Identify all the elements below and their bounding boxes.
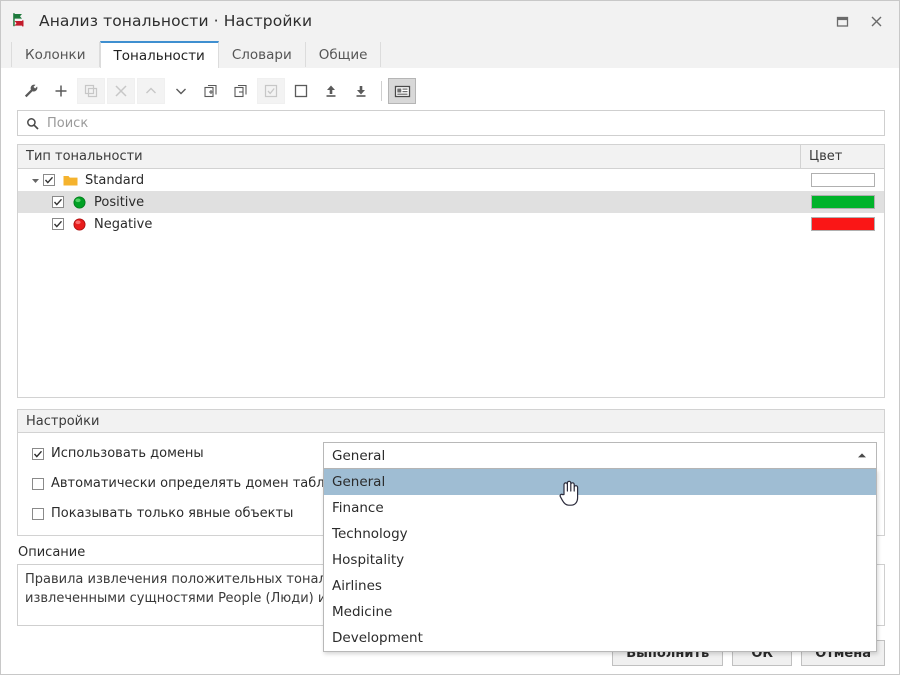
search-icon [26,117,39,130]
page-title: Анализ тональности · Настройки [39,12,313,30]
dropdown-option-general[interactable]: General [324,469,876,495]
dropdown-option-label: Medicine [332,604,393,620]
add-button[interactable] [47,78,75,104]
table-row[interactable]: Positive [18,191,884,213]
collapse-all-button[interactable] [227,78,255,104]
dropdown-option-label: Finance [332,500,384,516]
tab-tonalnosti[interactable]: Тональности [99,41,219,68]
dropdown-option-label: Development [332,630,423,646]
tab-obschie[interactable]: Общие [306,42,382,68]
dropdown-option-hospitality[interactable]: Hospitality [324,547,876,573]
sentiment-arrows-icon [9,10,31,32]
row-label: Positive [94,194,145,210]
option-label: Использовать домены [51,446,204,461]
checkbox-explicit-objects-only[interactable] [32,507,44,520]
color-swatch[interactable] [810,173,875,187]
folder-icon [62,174,78,187]
triangle-up-icon[interactable] [854,452,870,459]
tab-label: Общие [318,47,368,63]
tab-label: Словари [231,47,292,63]
column-header-label: Тип тональности [26,149,143,164]
dropdown-option-development[interactable]: Development [324,625,876,651]
export-button[interactable] [347,78,375,104]
expand-all-button[interactable] [197,78,225,104]
tab-bar: Колонки Тональности Словари Общие [1,41,899,68]
row-name-cell: Positive [18,195,801,210]
search-row [1,108,899,136]
row-color-cell[interactable] [801,173,884,187]
row-color-cell[interactable] [801,217,884,231]
check-all-button [257,78,285,104]
row-color-cell[interactable] [801,195,884,209]
tree-header: Тип тональности Цвет [18,145,884,169]
search-box[interactable] [17,110,885,136]
sentiment-type-tree: Тип тональности Цвет Standard Positive N… [17,144,885,398]
domain-combobox[interactable]: General [323,442,877,469]
uncheck-all-button[interactable] [287,78,315,104]
settings-wrench-button[interactable] [17,78,45,104]
table-row[interactable]: Negative [18,213,884,235]
maximize-icon[interactable] [825,6,859,36]
move-down-button[interactable] [167,78,195,104]
tab-slovari[interactable]: Словари [219,42,306,68]
column-header-type[interactable]: Тип тональности [18,145,801,168]
checkbox-auto-detect-domain[interactable] [32,477,44,490]
row-checkbox[interactable] [43,174,55,186]
settings-dialog-window: Анализ тональности · Настройки Колонки Т… [0,0,900,675]
red-sphere-icon [71,218,87,231]
row-checkbox[interactable] [52,218,64,230]
move-up-button [137,78,165,104]
window-controls [825,1,893,41]
tab-label: Тональности [113,47,205,64]
row-checkbox[interactable] [52,196,64,208]
toolbar-separator [381,81,382,101]
dropdown-option-label: Technology [332,526,408,542]
chevron-down-icon[interactable] [27,176,43,185]
dropdown-option-medicine[interactable]: Medicine [324,599,876,625]
table-row[interactable]: Standard [18,169,884,191]
dropdown-option-label: Airlines [332,578,382,594]
dropdown-option-label: Hospitality [332,552,405,568]
dropdown-option-technology[interactable]: Technology [324,521,876,547]
tree-toolbar [1,74,899,108]
tab-kolonki[interactable]: Колонки [11,42,100,68]
option-label: Показывать только явные объекты [51,506,294,521]
delete-button [107,78,135,104]
settings-group-title: Настройки [18,410,884,433]
import-button[interactable] [317,78,345,104]
row-name-cell: Standard [18,173,801,188]
row-label: Negative [94,216,153,232]
green-sphere-icon [71,196,87,209]
tab-label: Колонки [25,47,86,63]
color-swatch[interactable] [810,217,875,231]
title-bar: Анализ тональности · Настройки [1,1,899,41]
close-icon[interactable] [859,6,893,36]
row-name-cell: Negative [18,217,801,232]
row-label: Standard [85,172,145,188]
column-header-label: Цвет [809,149,843,164]
domain-combobox-value: General [332,447,386,464]
search-input[interactable] [45,114,878,132]
show-details-toggle[interactable] [388,78,416,104]
dropdown-option-finance[interactable]: Finance [324,495,876,521]
settings-group-label: Настройки [26,413,100,429]
color-swatch[interactable] [810,195,875,209]
domain-combobox-dropdown[interactable]: General Finance Technology Hospitality A… [323,469,877,652]
checkbox-use-domains[interactable] [32,447,44,460]
dropdown-option-label: General [332,474,386,490]
duplicate-button [77,78,105,104]
column-header-color[interactable]: Цвет [801,145,884,168]
dropdown-option-airlines[interactable]: Airlines [324,573,876,599]
option-label: Автоматически определять домен таблицы [51,476,353,491]
